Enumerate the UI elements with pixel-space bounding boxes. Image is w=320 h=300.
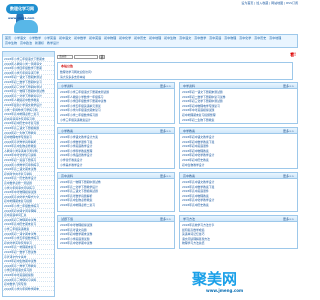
watermark-url: www.jmeng.com	[206, 288, 244, 293]
nav-item[interactable]: 高中生物	[5, 41, 17, 46]
notice-mark: 看!	[290, 52, 296, 57]
article-link[interactable]: 2018年高中化学期中试卷	[60, 241, 172, 246]
nav-item[interactable]: 高中语文	[179, 36, 191, 41]
article-link[interactable]: 物理学习方法总结	[182, 241, 295, 246]
panel-title: 小学教案	[61, 129, 74, 133]
nav-item[interactable]: 初中化学	[119, 36, 131, 41]
nav-item[interactable]: 高中数学	[194, 36, 206, 41]
content-panel: 高中教案 更多>> 2018年高中语文教学设计 2018年高中数学教案下载 2018年高…	[179, 172, 298, 212]
watermark: 聚美网 www.jmeng.com	[192, 268, 296, 296]
nav-item[interactable]: 初中历史	[134, 36, 146, 41]
main-content: 请选择 搜索 看! 本站公告 数理化学习网欢迎您访问! 请大家多多支持本站 小学资…	[57, 51, 298, 297]
category-select[interactable]: 请选择	[57, 55, 73, 59]
nav-item[interactable]: 初中地理	[149, 36, 161, 41]
nav-item[interactable]: 初中数学	[74, 36, 86, 41]
nav-item[interactable]: 新课标	[35, 41, 44, 46]
search-input[interactable]	[74, 55, 98, 59]
article-link[interactable]: 初中生物教学设计	[182, 163, 295, 168]
nav-item[interactable]: 高中地理	[269, 36, 281, 41]
more-link[interactable]: 更多>>	[283, 128, 294, 133]
more-link[interactable]: 更多>>	[160, 173, 171, 178]
logo-url: www.shlx1.com	[8, 16, 35, 20]
nav-item[interactable]: 高中化学	[239, 36, 251, 41]
nav-item[interactable]: 教学设计	[47, 41, 59, 46]
panel-title: 中学教案	[183, 129, 196, 133]
panel-title: 学习方法	[183, 217, 196, 221]
article-link[interactable]: 小学美术教学设计	[60, 163, 172, 168]
watermark-text: 聚美网	[192, 270, 238, 288]
article-link[interactable]: 2018年初二生物下册教案	[182, 118, 295, 123]
logo-wave-icon	[14, 20, 38, 33]
more-link[interactable]: 更多>>	[160, 83, 171, 88]
panel-title: 中学资料	[183, 84, 196, 88]
panel-title: 小学资料	[61, 84, 74, 88]
content-panel: 高中资料 更多>> 2018年高一物理下册期中测试卷 2018年高二化学下册教学设计 2…	[57, 172, 175, 212]
article-link[interactable]: 小学三年级英语教案设计	[60, 118, 172, 123]
left-sidebar: 2018年小学三年级语文下册期末 2018年人教版小学一年级语文 2018年小学四年…	[2, 51, 55, 297]
panel-title: 高中资料	[61, 174, 74, 178]
panel-title: 高中教案	[183, 174, 196, 178]
article-link[interactable]: 2018年高中地理必修二复习	[60, 203, 172, 208]
content-panel: 小学资料 更多>> 2018年小学三年级语文下册期末测试题 2018年人教版小学数学一…	[57, 82, 175, 124]
more-link[interactable]: 更多>>	[283, 83, 294, 88]
more-link[interactable]: 更多>>	[160, 216, 171, 221]
main-nav: 首页 小学语文 小学数学 小学英语 初中语文 初中数学 初中英语 初中物理 初中化学 初中历史 初中…	[2, 34, 298, 48]
content-panel: 中学教案 更多>> 2018年初中语文教学设计 2018年初中数学教案下载 2018年初…	[179, 127, 298, 169]
search-bar: 请选择 搜索	[57, 53, 298, 61]
notice-item[interactable]: 请大家多多支持本站	[60, 75, 290, 79]
nav-item[interactable]: 高中物理	[224, 36, 236, 41]
nav-item[interactable]: 高中历史	[254, 36, 266, 41]
nav-item[interactable]: 初中语文	[59, 36, 71, 41]
more-link[interactable]: 更多>>	[160, 128, 171, 133]
content-panel: 小学教案 更多>> 2018年小学语文教学设计方案 2018年小学数学课件下载 2018…	[57, 127, 175, 169]
sidebar-link[interactable]: 2018年小学六年级数学期末	[3, 287, 54, 292]
content-panel: 中学资料 更多>> 2018年初一语文下册期末测试题 2018年初二数学下册期中复习试…	[179, 82, 298, 124]
search-button[interactable]: 搜索	[99, 55, 105, 60]
panel-title: 试题下载	[61, 217, 74, 221]
content-panel: 学习方法 更多>> 2018年高效学习方法分享 如何提高数学成绩 英语单词记忆技巧 语文阅…	[179, 215, 298, 249]
article-link[interactable]: 2018年高中历史教案	[182, 203, 295, 208]
site-logo[interactable]: 数理化学习网 www.shlx1.com	[2, 3, 42, 33]
nav-item[interactable]: 初中生物	[164, 36, 176, 41]
logo-title: 数理化学习网	[6, 4, 38, 14]
top-links[interactable]: 设为首页 | 加入收藏 | 网站地图 | RSS订阅	[241, 1, 298, 5]
nav-item[interactable]: 高中政治	[20, 41, 32, 46]
nav-item[interactable]: 初中英语	[89, 36, 101, 41]
nav-item[interactable]: 高中英语	[209, 36, 221, 41]
nav-item[interactable]: 初中物理	[104, 36, 116, 41]
more-link[interactable]: 更多>>	[283, 216, 294, 221]
notice-panel: 本站公告 数理化学习网欢迎您访问! 请大家多多支持本站	[57, 62, 293, 80]
content-panel: 试题下载 更多>> 2018年中考物理模拟试题 2018年高考语文真题 2018年初中数…	[57, 215, 175, 249]
more-link[interactable]: 更多>>	[283, 173, 294, 178]
